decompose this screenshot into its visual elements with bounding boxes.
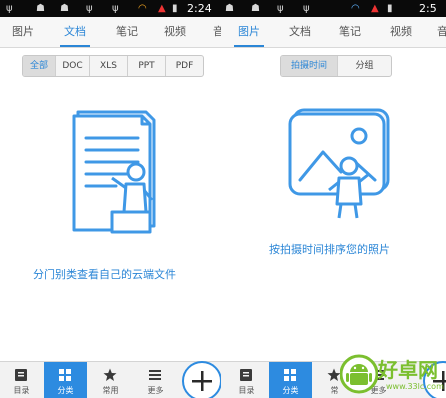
filter-doc[interactable]: DOC: [55, 56, 89, 76]
nav-catalog[interactable]: 目录: [225, 362, 268, 398]
nav-frequent-label: 常用: [102, 386, 119, 395]
nav-catalog-label: 目录: [13, 386, 30, 395]
bug-icon: ☗: [60, 3, 69, 14]
usb-icon: ψ: [86, 3, 93, 14]
signal-icon: ▲: [371, 3, 379, 14]
filter-all[interactable]: 全部: [23, 56, 55, 76]
bug-icon: ☗: [251, 3, 260, 14]
category-tabs: 图片 文档 笔记 视频 音: [0, 17, 221, 48]
catalog-icon: [15, 369, 27, 381]
catalog-icon: [240, 369, 252, 381]
category-tabs: 图片 文档 笔记 视频 音: [221, 17, 446, 48]
grid-icon: [284, 369, 296, 381]
signal-icon: ▲: [158, 3, 166, 14]
tab-documents[interactable]: 文档: [60, 17, 90, 47]
nav-category[interactable]: 分类: [44, 362, 87, 398]
battery-icon: ▮: [387, 3, 393, 14]
plus-icon: [192, 371, 212, 391]
tab-pictures[interactable]: 图片: [234, 17, 264, 47]
documents-screen: ψ ☗ ☗ ψ ψ ◠ ▲ ▮ 2:24 图片 文档 笔记 视频 音 全部 DO…: [0, 0, 221, 398]
documents-hint: 分门别类查看自己的云端文件: [33, 268, 176, 281]
add-button[interactable]: [182, 361, 221, 398]
photo-sort-toggle: 拍摄时间 分组: [280, 55, 392, 77]
tab-documents[interactable]: 文档: [289, 17, 311, 47]
status-bar: ☗ ☗ ψ ψ ◠ ▲ ▮ 2:5: [221, 0, 446, 17]
status-time: 2:5: [419, 2, 437, 15]
nav-frequent[interactable]: 常用: [89, 362, 132, 398]
nav-category[interactable]: 分类: [269, 362, 312, 398]
nav-catalog[interactable]: 目录: [0, 362, 43, 398]
status-time: 2:24: [187, 2, 212, 15]
photos-screen: ☗ ☗ ψ ψ ◠ ▲ ▮ 2:5 图片 文档 笔记 视频 音 拍摄时间 分组: [221, 0, 446, 398]
usb-debug-icon: ☗: [36, 3, 45, 14]
tab-videos[interactable]: 视频: [164, 17, 186, 47]
sort-by-time[interactable]: 拍摄时间: [281, 56, 337, 76]
tab-notes[interactable]: 笔记: [339, 17, 361, 47]
watermark-url: www.33lc.com: [386, 382, 444, 391]
menu-icon: [149, 370, 161, 380]
watermark-title: 好卓网: [378, 358, 438, 382]
usb-icon: ψ: [112, 3, 119, 14]
status-bar: ψ ☗ ☗ ψ ψ ◠ ▲ ▮ 2:24: [0, 0, 221, 17]
tab-videos[interactable]: 视频: [390, 17, 412, 47]
wifi-icon: ◠: [138, 3, 147, 14]
usb-icon: ψ: [6, 3, 13, 14]
tab-notes[interactable]: 笔记: [116, 17, 138, 47]
filter-pdf[interactable]: PDF: [165, 56, 203, 76]
wifi-icon: ◠: [351, 3, 360, 14]
watermark: 好卓网 www.33lc.com: [340, 352, 446, 398]
star-icon: [327, 368, 341, 381]
nav-catalog-label: 目录: [238, 386, 255, 395]
grid-icon: [59, 369, 71, 381]
star-icon: [103, 368, 117, 381]
sort-by-group[interactable]: 分组: [337, 56, 391, 76]
nav-category-label: 分类: [282, 386, 299, 395]
filter-xls[interactable]: XLS: [89, 56, 127, 76]
usb-icon: ψ: [303, 3, 310, 14]
nav-more-label: 更多: [147, 386, 164, 395]
android-logo-icon: [340, 354, 378, 394]
nav-category-label: 分类: [57, 386, 74, 395]
photos-hint: 按拍摄时间排序您的照片: [269, 243, 390, 256]
file-type-filter: 全部 DOC XLS PPT PDF: [22, 55, 204, 77]
tab-music[interactable]: 音: [213, 17, 221, 47]
filter-ppt[interactable]: PPT: [127, 56, 165, 76]
usb-icon: ψ: [277, 3, 284, 14]
bug-icon: ☗: [225, 3, 234, 14]
tab-music[interactable]: 音: [437, 17, 446, 47]
document-illustration: [72, 110, 156, 234]
nav-more[interactable]: 更多: [134, 362, 177, 398]
screen: ψ ☗ ☗ ψ ψ ◠ ▲ ▮ 2:24 图片 文档 笔记 视频 音 全部 DO…: [0, 0, 446, 398]
tab-pictures[interactable]: 图片: [12, 17, 34, 47]
photo-illustration: [288, 108, 390, 219]
battery-icon: ▮: [172, 3, 178, 14]
